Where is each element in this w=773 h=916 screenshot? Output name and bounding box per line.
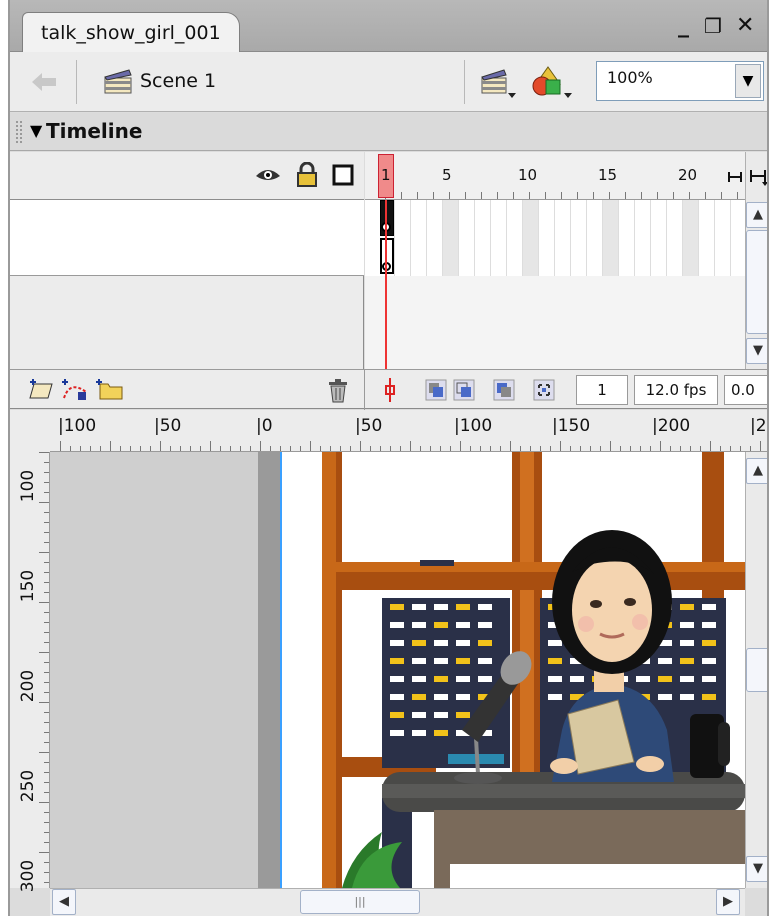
scroll-down-button[interactable]: ▼	[746, 338, 767, 364]
frames-panel[interactable]: 1 5 10 15 20	[365, 152, 763, 369]
scroll-left-button[interactable]: ◀	[52, 889, 76, 915]
stage-pasteboard[interactable]	[50, 452, 745, 888]
center-frame-icon[interactable]	[382, 376, 398, 404]
frame-ruler[interactable]: 1 5 10 15 20	[365, 152, 754, 200]
onion-skin-icon[interactable]	[424, 378, 448, 402]
ruler-label: |50	[355, 416, 383, 436]
stage-edge-shadow	[258, 452, 282, 888]
ruler-label: 100	[18, 469, 39, 503]
vertical-ruler: 100 150 200 250 300	[10, 452, 50, 892]
ruler-number: 20	[678, 166, 698, 184]
zoom-dropdown-arrow[interactable]: ▼	[735, 64, 761, 98]
zoom-value: 100%	[607, 68, 653, 87]
timeline-title: Timeline	[46, 119, 143, 143]
frame-rate-field[interactable]: 12.0 fps	[634, 375, 718, 405]
stage-canvas[interactable]	[282, 452, 745, 888]
frame-view-menu-icon[interactable]	[725, 152, 745, 200]
ruler-number: 1	[381, 166, 391, 184]
layer-row[interactable]	[10, 200, 364, 276]
ruler-number: 5	[442, 166, 452, 184]
ruler-label: |50	[154, 416, 182, 436]
talk-show-scene	[322, 452, 745, 888]
scroll-up-button[interactable]: ▲	[746, 458, 767, 484]
minimize-button[interactable]: _	[678, 14, 689, 38]
scroll-down-button[interactable]: ▼	[746, 856, 767, 882]
ruler-number: 10	[518, 166, 538, 184]
ruler-label: |2	[750, 416, 767, 436]
lock-icon[interactable]	[296, 161, 318, 188]
document-tab-bar: talk_show_girl_001 _ ❐ ✕	[10, 0, 767, 53]
edit-bar: Scene 1 100% ▼	[10, 52, 767, 112]
back-arrow-icon[interactable]	[28, 68, 60, 96]
timeline-header[interactable]: ▼ Timeline	[10, 113, 767, 151]
eye-icon[interactable]	[254, 164, 282, 186]
document-tab[interactable]: talk_show_girl_001	[22, 12, 240, 53]
insert-layer-icon[interactable]	[28, 378, 56, 402]
current-frame-field: 1	[576, 375, 628, 405]
layer-header	[10, 152, 364, 200]
modify-onion-markers-icon[interactable]	[532, 378, 556, 402]
frame-view-options-icon[interactable]	[746, 160, 767, 192]
scroll-up-button[interactable]: ▲	[746, 202, 767, 228]
stage-vertical-scrollbar[interactable]: ▲ ▼	[745, 452, 767, 888]
insert-folder-icon[interactable]	[94, 378, 126, 402]
scroll-thumb[interactable]	[746, 648, 767, 692]
panel-grip[interactable]	[16, 121, 22, 143]
ruler-label: 150	[18, 569, 39, 603]
ruler-label: |100	[454, 416, 493, 436]
scroll-thumb[interactable]	[746, 230, 767, 334]
onion-skin-outlines-icon[interactable]	[452, 378, 476, 402]
clapperboard-icon	[102, 66, 136, 96]
elapsed-time-field: 0.0	[724, 375, 767, 405]
horizontal-ruler: |100 |50 |0 |50 |100 |150 |200 |2	[50, 410, 767, 452]
flash-document-window: talk_show_girl_001 _ ❐ ✕ Scene 1 100% ▼ …	[8, 0, 769, 916]
scroll-right-button[interactable]: ▶	[716, 889, 740, 915]
outline-square-icon[interactable]	[332, 164, 354, 186]
trash-icon[interactable]	[326, 378, 350, 404]
ruler-label: 250	[18, 769, 39, 803]
close-button[interactable]: ✕	[736, 14, 754, 38]
layer-panel	[10, 152, 364, 369]
timeline-vertical-scrollbar[interactable]: ▲ ▼	[745, 152, 767, 369]
ruler-label: 300	[18, 859, 39, 893]
timeline-bottom-bar: 1 12.0 fps 0.0	[10, 369, 767, 410]
add-motion-guide-icon[interactable]	[60, 378, 90, 402]
frame-row[interactable]	[365, 200, 763, 276]
restore-button[interactable]: ❐	[704, 14, 722, 38]
ruler-label: 200	[18, 669, 39, 703]
scroll-thumb[interactable]: |||	[300, 890, 420, 914]
scene-label: Scene 1	[140, 70, 217, 92]
ruler-corner	[10, 410, 50, 452]
edit-multiple-frames-icon[interactable]	[492, 378, 516, 402]
ruler-label: |100	[58, 416, 97, 436]
ruler-label: |200	[652, 416, 691, 436]
stage-horizontal-scrollbar[interactable]: ◀ ||| ▶	[50, 888, 745, 916]
zoom-select[interactable]: 100% ▼	[596, 61, 764, 101]
ruler-label: |0	[256, 416, 273, 436]
edit-symbols-icon[interactable]	[530, 64, 574, 100]
collapse-arrow-icon[interactable]: ▼	[30, 121, 42, 140]
ruler-label: |150	[552, 416, 591, 436]
ruler-number: 15	[598, 166, 618, 184]
edit-scene-icon[interactable]	[478, 65, 518, 99]
